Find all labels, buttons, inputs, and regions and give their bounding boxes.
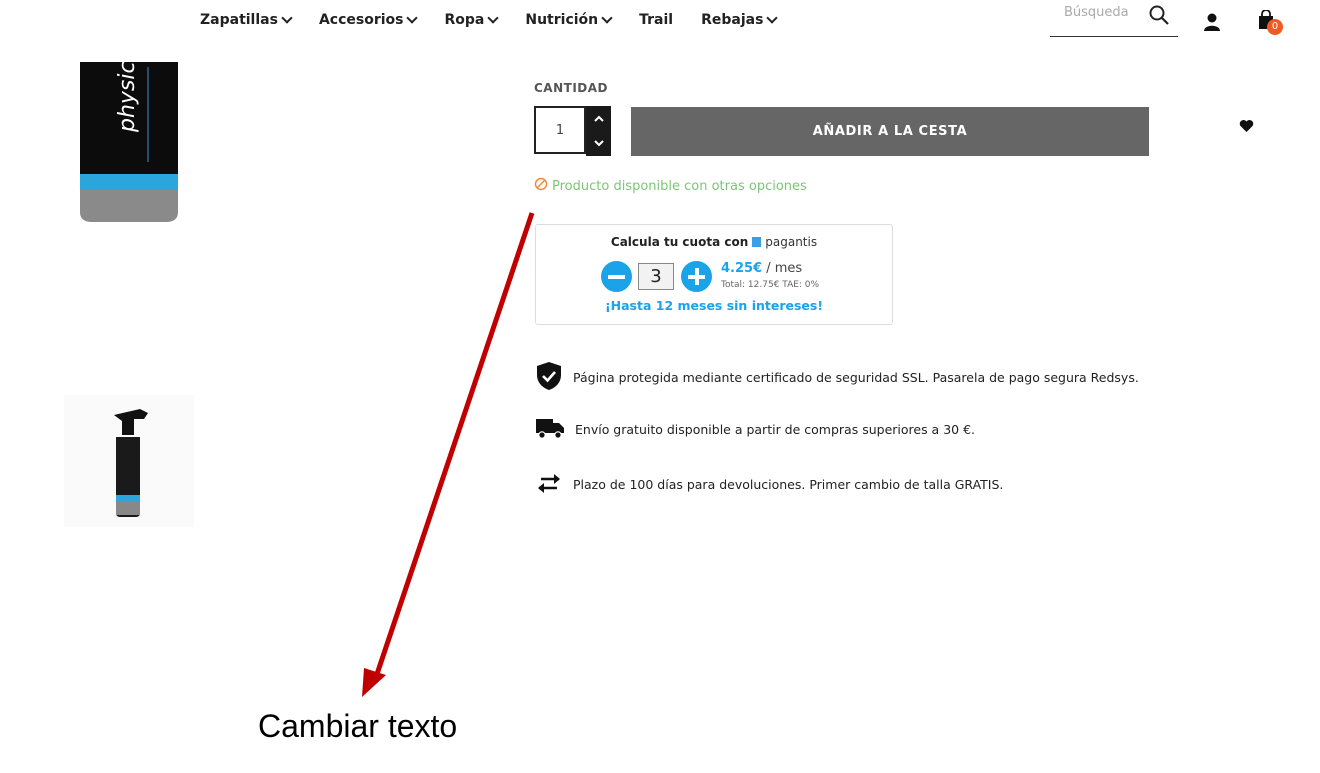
- unavailable-circle-icon: [534, 177, 548, 195]
- annotation-text: Cambiar texto: [258, 708, 458, 744]
- chevron-up-icon: [593, 115, 604, 122]
- nav-label: Zapatillas: [200, 12, 278, 28]
- increase-months-button[interactable]: [681, 261, 712, 292]
- availability-text: Producto disponible con otras opciones: [552, 178, 807, 194]
- nav-item-nutricion[interactable]: Nutrición: [525, 12, 613, 28]
- bottle-brand-text: physicool: [115, 62, 140, 133]
- product-image-main[interactable]: physicool: [78, 28, 180, 224]
- chevron-down-icon: [281, 12, 293, 24]
- search-input[interactable]: [1062, 4, 1146, 21]
- total-amount: Total: 12.75€ TAE: 0%: [721, 280, 820, 290]
- chevron-down-icon: [593, 140, 604, 147]
- decrease-months-button[interactable]: [601, 261, 632, 292]
- months-value[interactable]: 3: [638, 263, 674, 290]
- quantity-increase-button[interactable]: [586, 106, 611, 131]
- nav-item-trail[interactable]: Trail: [639, 12, 673, 28]
- search-icon[interactable]: [1148, 4, 1170, 31]
- monthly-amount: 4.25€ / mes: [721, 261, 802, 276]
- chevron-down-icon: [406, 12, 419, 24]
- pagantis-logo-icon: [752, 237, 762, 247]
- nav-item-ropa[interactable]: Ropa: [444, 12, 500, 28]
- truck-icon: [535, 416, 565, 443]
- quantity-label: CANTIDAD: [534, 81, 608, 95]
- chevron-down-icon: [601, 12, 613, 24]
- nav-item-zapatillas[interactable]: Zapatillas: [200, 12, 293, 28]
- monthly-amount-value: 4.25€: [721, 261, 763, 276]
- info-row-shipping: Envío gratuito disponible a partir de co…: [535, 416, 975, 443]
- calculator-title-text: Calcula tu cuota con: [610, 235, 749, 249]
- nav-label: Trail: [639, 12, 674, 28]
- info-row-returns: Plazo de 100 días para devoluciones. Pri…: [535, 471, 1003, 498]
- quantity-input[interactable]: 1: [534, 106, 586, 154]
- quantity-decrease-button[interactable]: [586, 131, 611, 156]
- info-text: Envío gratuito disponible a partir de co…: [575, 422, 975, 437]
- nav-item-rebajas[interactable]: Rebajas: [701, 12, 779, 28]
- heart-icon[interactable]: [1239, 119, 1254, 138]
- info-row-security: Página protegida mediante certificado de…: [535, 361, 1139, 394]
- installment-calculator: Calcula tu cuota con pagantis 3 4.25€ / m…: [535, 224, 893, 325]
- calculator-title: Calcula tu cuota con pagantis: [536, 235, 892, 249]
- search-box: [1050, 2, 1178, 37]
- chevron-down-icon: [487, 12, 500, 24]
- nav-label: Nutrición: [525, 12, 599, 28]
- shield-check-icon: [535, 361, 563, 394]
- pagantis-brand: pagantis: [765, 235, 818, 249]
- exchange-arrows-icon: [535, 471, 563, 498]
- info-text: Plazo de 100 días para devoluciones. Pri…: [573, 477, 1004, 492]
- chevron-down-icon: [766, 12, 779, 24]
- user-icon[interactable]: [1202, 12, 1222, 37]
- info-text: Página protegida mediante certificado de…: [573, 370, 1139, 385]
- availability-status: Producto disponible con otras opciones: [534, 177, 807, 195]
- nav-label: Accesorios: [318, 12, 404, 28]
- quantity-stepper: [586, 106, 611, 156]
- monthly-period: / mes: [762, 261, 803, 276]
- nav-item-accesorios[interactable]: Accesorios: [318, 12, 419, 28]
- main-nav: Zapatillas Accesorios Ropa Nutrición Tra…: [200, 12, 779, 28]
- nav-label: Rebajas: [701, 12, 764, 28]
- interest-free-promo[interactable]: ¡Hasta 12 meses sin intereses!: [536, 298, 892, 313]
- product-thumbnail[interactable]: [64, 395, 194, 527]
- nav-label: Ropa: [444, 12, 485, 28]
- cart-count-badge: 0: [1267, 19, 1283, 35]
- add-to-cart-button[interactable]: AÑADIR A LA CESTA: [631, 107, 1149, 156]
